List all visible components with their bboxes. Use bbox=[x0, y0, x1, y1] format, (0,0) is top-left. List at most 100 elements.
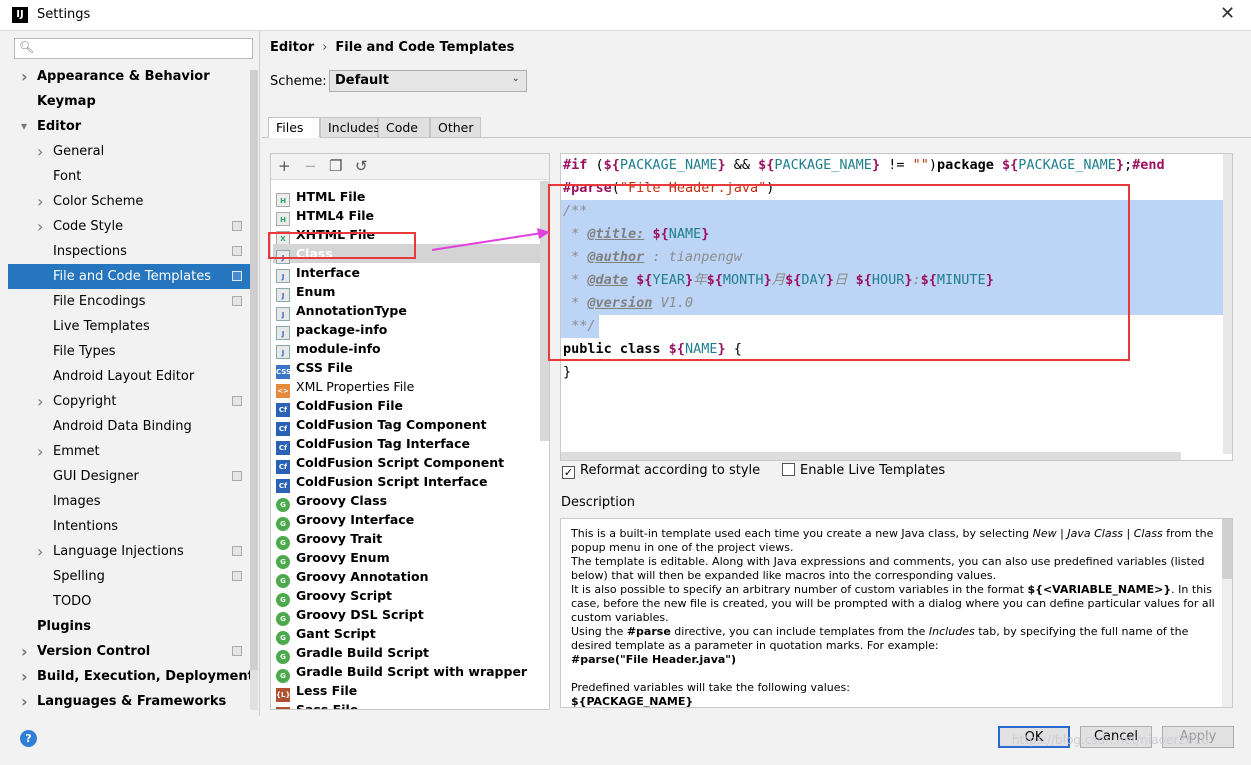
template-name: AnnotationType bbox=[296, 303, 407, 318]
scheme-label: Scheme: bbox=[270, 74, 327, 89]
sidebar-item[interactable]: › Copyright bbox=[8, 389, 252, 414]
sidebar-item[interactable]: File Encodings bbox=[8, 289, 252, 314]
tab-includes[interactable]: Includes bbox=[320, 117, 380, 138]
java-file-icon: J bbox=[276, 288, 290, 302]
sidebar-item[interactable]: Live Templates bbox=[8, 314, 252, 339]
template-list-item[interactable]: G Groovy Class bbox=[273, 491, 541, 512]
sidebar-item[interactable]: › Language Injections bbox=[8, 539, 252, 564]
template-list-item[interactable]: H HTML File bbox=[273, 187, 541, 207]
template-name: Gradle Build Script bbox=[296, 645, 430, 660]
sidebar-item[interactable]: › Languages & Frameworks bbox=[8, 689, 252, 714]
tab-files[interactable]: Files bbox=[268, 117, 320, 138]
sidebar-item[interactable]: › Appearance & Behavior bbox=[8, 64, 252, 89]
sidebar-item-label: Font bbox=[53, 169, 82, 184]
tab-code[interactable]: Code bbox=[378, 117, 430, 138]
reformat-checkbox[interactable]: ✓ Reformat according to style bbox=[562, 463, 760, 479]
sidebar-item[interactable]: File Types bbox=[8, 339, 252, 364]
template-list-item[interactable]: Cf ColdFusion File bbox=[273, 396, 541, 417]
code-token: PACKAGE_NAME bbox=[774, 157, 872, 173]
template-list-item[interactable]: J AnnotationType bbox=[273, 301, 541, 321]
description-paragraph: It is also possible to specify an arbitr… bbox=[571, 583, 1215, 624]
sidebar-item[interactable]: GUI Designer bbox=[8, 464, 252, 489]
editor-scrollbar[interactable] bbox=[1223, 154, 1232, 454]
sidebar-item-label: Appearance & Behavior bbox=[37, 69, 210, 84]
sidebar-item[interactable]: › Version Control bbox=[8, 639, 252, 664]
template-list-item[interactable]: G Groovy Enum bbox=[273, 548, 541, 569]
editor-h-scrollbar[interactable] bbox=[561, 452, 1181, 460]
sidebar-item[interactable]: ▾ Editor bbox=[8, 114, 252, 139]
chevron-right-icon: › bbox=[37, 142, 44, 161]
project-settings-icon bbox=[232, 396, 242, 406]
sidebar-item[interactable]: › Emmet bbox=[8, 439, 252, 464]
sidebar-item-label: Plugins bbox=[37, 619, 91, 634]
sidebar-item[interactable]: Spelling bbox=[8, 564, 252, 589]
sidebar-item-label: File Types bbox=[53, 344, 116, 359]
sidebar-item[interactable]: Plugins bbox=[8, 614, 252, 639]
template-name: ColdFusion File bbox=[296, 398, 403, 413]
sidebar-scrollbar[interactable] bbox=[250, 70, 258, 710]
project-settings-icon bbox=[232, 296, 242, 306]
template-list-item[interactable]: G Groovy DSL Script bbox=[273, 605, 541, 626]
live-templates-checkbox[interactable]: Enable Live Templates bbox=[782, 463, 945, 478]
sidebar-item[interactable]: › Code Style bbox=[8, 214, 252, 239]
sidebar-item-label: Emmet bbox=[53, 444, 100, 459]
template-list-item[interactable]: G Gant Script bbox=[273, 624, 541, 645]
template-list-item[interactable]: {L} Less File bbox=[273, 681, 541, 702]
tab-other[interactable]: Other bbox=[430, 117, 481, 138]
code-token: != bbox=[880, 157, 913, 173]
template-list-item[interactable]: CSS CSS File bbox=[273, 358, 541, 379]
template-list-item[interactable]: J Enum bbox=[273, 282, 541, 302]
template-list-item[interactable]: G Gradle Build Script bbox=[273, 643, 541, 664]
sidebar-item[interactable]: › General bbox=[8, 139, 252, 164]
template-list-item[interactable]: SASS Sass File bbox=[273, 700, 541, 709]
template-list-item[interactable]: <> XML Properties File bbox=[273, 377, 541, 398]
sidebar-item[interactable]: Android Data Binding bbox=[8, 414, 252, 439]
sidebar-item[interactable]: › Color Scheme bbox=[8, 189, 252, 214]
description-scrollbar[interactable] bbox=[1222, 519, 1232, 707]
code-token: #end bbox=[1132, 157, 1165, 173]
sidebar-item[interactable]: Android Layout Editor bbox=[8, 364, 252, 389]
sidebar-item-label: Inspections bbox=[53, 244, 127, 259]
scheme-dropdown[interactable]: Default ⌄ bbox=[329, 70, 527, 92]
chevron-right-icon: › bbox=[21, 67, 28, 86]
description-paragraph: Using the #parse directive, you can incl… bbox=[571, 625, 1189, 652]
template-list-item[interactable]: Cf ColdFusion Script Component bbox=[273, 453, 541, 474]
close-icon[interactable]: ✕ bbox=[1220, 3, 1235, 24]
template-list-item[interactable]: Cf ColdFusion Tag Component bbox=[273, 415, 541, 436]
template-list-item[interactable]: Jmodule-info bbox=[273, 339, 541, 359]
help-icon[interactable]: ? bbox=[20, 730, 37, 747]
breadcrumb: Editor › File and Code Templates bbox=[270, 40, 514, 55]
sidebar-item[interactable]: Keymap bbox=[8, 89, 252, 114]
template-list-item[interactable]: G Groovy Interface bbox=[273, 510, 541, 531]
code-token: ; bbox=[1123, 157, 1133, 173]
copy-icon[interactable]: ❐ bbox=[329, 157, 342, 175]
chevron-right-icon: › bbox=[21, 667, 28, 686]
template-list-item[interactable]: J Interface bbox=[273, 263, 541, 283]
template-list-item[interactable]: G Groovy Trait bbox=[273, 529, 541, 550]
sidebar-item-label: Keymap bbox=[37, 94, 96, 109]
code-token: package bbox=[937, 157, 1003, 173]
sidebar-item[interactable]: Inspections bbox=[8, 239, 252, 264]
template-name: Enum bbox=[296, 284, 336, 299]
remove-icon[interactable]: − bbox=[304, 157, 317, 175]
sidebar-item[interactable]: File and Code Templates bbox=[8, 264, 252, 289]
code-token: "" bbox=[912, 157, 929, 173]
project-settings-icon bbox=[232, 471, 242, 481]
template-list-item[interactable]: G Groovy Script bbox=[273, 586, 541, 607]
title-bar: IJ Settings ✕ bbox=[0, 0, 1251, 31]
add-icon[interactable]: + bbox=[278, 157, 291, 175]
template-list-item[interactable]: Cf ColdFusion Script Interface bbox=[273, 472, 541, 493]
template-name: Gant Script bbox=[296, 626, 376, 641]
template-list-item[interactable]: G Groovy Annotation bbox=[273, 567, 541, 588]
sidebar-item[interactable]: Font bbox=[8, 164, 252, 189]
reset-icon[interactable]: ↺ bbox=[355, 157, 368, 175]
sidebar-item[interactable]: › Build, Execution, Deployment bbox=[8, 664, 252, 689]
code-token: ( bbox=[587, 157, 604, 173]
settings-search-input[interactable]: 🔍︎ bbox=[14, 38, 253, 59]
sidebar-item[interactable]: Images bbox=[8, 489, 252, 514]
template-list-item[interactable]: Cf ColdFusion Tag Interface bbox=[273, 434, 541, 455]
sidebar-item[interactable]: TODO bbox=[8, 589, 252, 614]
template-list-item[interactable]: Jpackage-info bbox=[273, 320, 541, 340]
template-list-item[interactable]: G Gradle Build Script with wrapper bbox=[273, 662, 541, 683]
sidebar-item[interactable]: Intentions bbox=[8, 514, 252, 539]
